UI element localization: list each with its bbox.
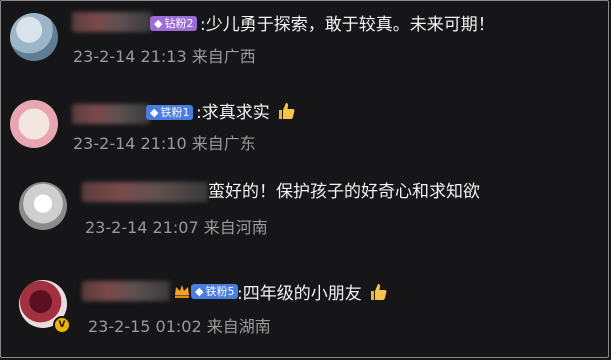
username-redacted[interactable] <box>72 104 150 124</box>
username-redacted[interactable] <box>82 182 208 202</box>
fan-badge[interactable]: ◆ 钻粉2 <box>150 16 198 31</box>
gem-icon: ◆ <box>154 17 163 30</box>
gem-icon: ◆ <box>195 285 204 298</box>
thumbs-up-icon <box>279 103 295 119</box>
username-redacted[interactable] <box>72 12 152 32</box>
fan-badge[interactable]: ◆ 铁粉5 <box>191 284 239 299</box>
comment-item: V ◆ 铁粉5 :四年级的小朋友 23-2-15 01:02 来自湖南 <box>0 265 611 358</box>
comment-text: 蛮好的！保护孩子的好奇心和求知欲 <box>208 182 480 202</box>
comment-text: :求真求实 <box>196 101 295 124</box>
comment-item: ◆ 钻粉2 :少儿勇于探索，敢于较真。未来可期！ 23-2-14 21:13 来自… <box>0 0 611 90</box>
verified-icon: V <box>53 316 71 334</box>
username-redacted[interactable] <box>82 281 170 301</box>
crown-icon <box>175 285 189 298</box>
comment-time: 23-2-14 21:07 来自河南 <box>85 218 268 237</box>
comment-time: 23-2-15 01:02 来自湖南 <box>88 317 271 336</box>
gem-icon: ◆ <box>150 106 159 119</box>
comment-text: :少儿勇于探索，敢于较真。未来可期！ <box>200 15 495 35</box>
fan-badge[interactable]: ◆ 铁粉1 <box>146 105 194 120</box>
avatar[interactable] <box>10 13 58 61</box>
comment-time: 23-2-14 21:13 来自广西 <box>73 47 256 66</box>
comment-time: 23-2-14 21:10 来自广东 <box>73 134 256 153</box>
avatar[interactable] <box>19 182 67 230</box>
thumbs-up-icon <box>371 284 387 300</box>
avatar[interactable] <box>10 100 58 148</box>
comment-item: ◆ 铁粉1 :求真求实 23-2-14 21:10 来自广东 <box>0 90 611 175</box>
comment-item: 蛮好的！保护孩子的好奇心和求知欲 23-2-14 21:07 来自河南 <box>0 175 611 265</box>
comment-text: :四年级的小朋友 <box>237 282 387 305</box>
